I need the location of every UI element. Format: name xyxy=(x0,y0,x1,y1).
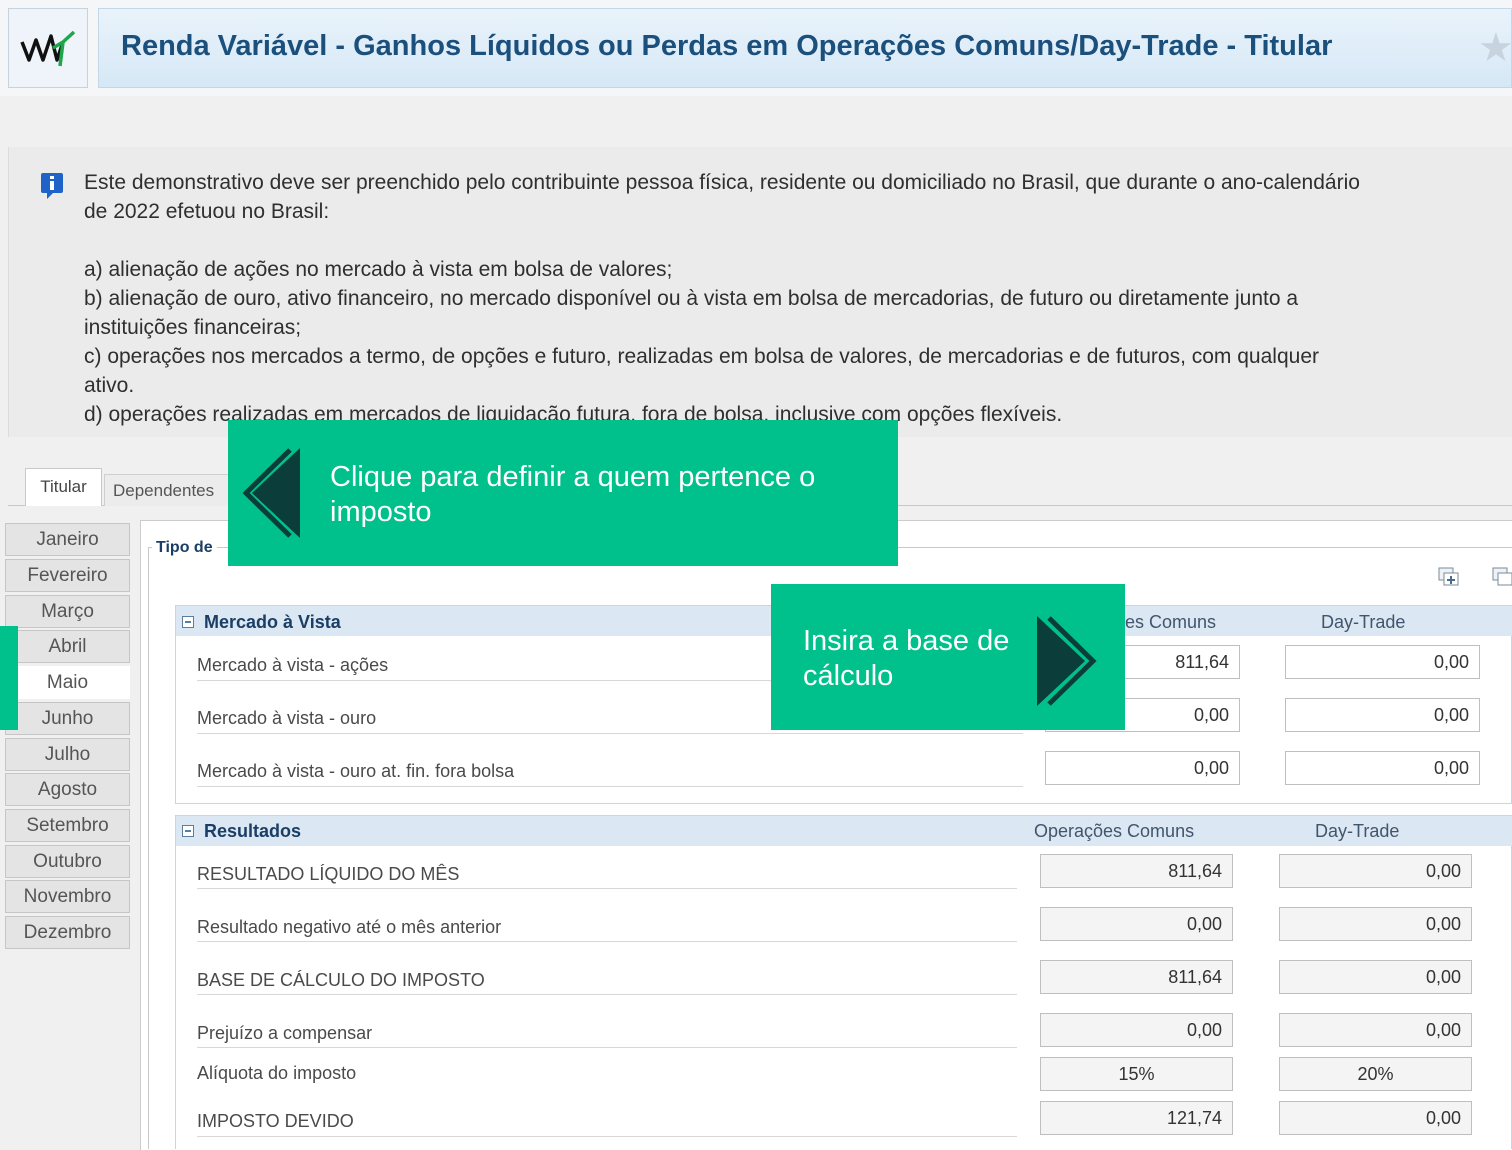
row-label: IMPOSTO DEVIDO xyxy=(197,1111,354,1131)
month-outubro[interactable]: Outubro xyxy=(5,845,130,878)
month-setembro[interactable]: Setembro xyxy=(5,809,130,842)
collapse-icon[interactable] xyxy=(182,825,194,837)
row-divider xyxy=(197,1136,1017,1137)
add-item-icon[interactable] xyxy=(1438,565,1464,589)
month-junho[interactable]: Junho xyxy=(5,702,130,735)
imposto-devido-daytrade-field: 0,00 xyxy=(1279,1101,1472,1135)
info-text-line: a) alienação de ações no mercado à vista… xyxy=(84,258,673,281)
row-divider xyxy=(197,786,1023,787)
row-divider xyxy=(197,994,1017,995)
resultado-negativo-comuns-field: 0,00 xyxy=(1040,907,1233,941)
row-label: Mercado à vista - ouro xyxy=(197,708,377,728)
app-logo xyxy=(8,8,88,88)
row-label: Alíquota do imposto xyxy=(197,1063,357,1083)
prejuizo-daytrade-field: 0,00 xyxy=(1279,1013,1472,1047)
info-text-line: de 2022 efetuou no Brasil: xyxy=(84,200,330,223)
imposto-devido-comuns-field: 121,74 xyxy=(1040,1101,1233,1135)
mercado-ouro-daytrade-input[interactable]: 0,00 xyxy=(1285,698,1480,732)
ir-logo-icon xyxy=(20,30,76,67)
row-label: RESULTADO LÍQUIDO DO MÊS xyxy=(197,864,460,884)
resultado-liquido-daytrade-field: 0,00 xyxy=(1279,854,1472,888)
callout-owner-tooltip: Clique para definir a quem pertence o im… xyxy=(228,420,898,566)
row-label: Resultado negativo até o mês anterior xyxy=(197,917,502,937)
row-label: BASE DE CÁLCULO DO IMPOSTO xyxy=(197,970,485,990)
month-julho[interactable]: Julho xyxy=(5,738,130,771)
tab-dependentes[interactable]: Dependentes xyxy=(104,474,230,506)
month-marco[interactable]: Março xyxy=(5,595,130,628)
mercado-acoes-daytrade-input[interactable]: 0,00 xyxy=(1285,645,1480,679)
mercado-col-comuns: es Comuns xyxy=(1125,612,1217,632)
mercado-col-daytrade: Day-Trade xyxy=(1321,612,1406,632)
aliquota-comuns-field: 15% xyxy=(1040,1057,1233,1091)
selected-month-indicator xyxy=(0,626,18,730)
info-text-line: ativo. xyxy=(84,374,135,397)
month-agosto[interactable]: Agosto xyxy=(5,773,130,806)
callout-base-tooltip: Insira a base de cálculo xyxy=(771,584,1125,730)
resultados-col-daytrade: Day-Trade xyxy=(1315,821,1400,841)
month-fevereiro[interactable]: Fevereiro xyxy=(5,559,130,592)
resultado-liquido-comuns-field: 811,64 xyxy=(1040,854,1233,888)
row-divider xyxy=(197,941,1017,942)
callout-owner-text: Clique para definir a quem pertence o im… xyxy=(330,461,816,528)
aliquota-daytrade-field: 20% xyxy=(1279,1057,1472,1091)
collapse-icon[interactable] xyxy=(182,616,194,628)
info-text-line: c) operações nos mercados a termo, de op… xyxy=(84,345,1319,368)
row-label: Prejuízo a compensar xyxy=(197,1023,373,1043)
info-text-line: instituições financeiras; xyxy=(84,316,302,339)
month-dezembro[interactable]: Dezembro xyxy=(5,916,130,949)
mercado-ouro-fora-bolsa-daytrade-input[interactable]: 0,00 xyxy=(1285,751,1480,785)
month-maio[interactable]: Maio xyxy=(5,666,130,699)
page-title: Renda Variável - Ganhos Líquidos ou Perd… xyxy=(121,30,1333,62)
resultados-title: Resultados xyxy=(204,821,302,841)
row-divider xyxy=(197,733,1023,734)
resultados-col-comuns: Operações Comuns xyxy=(1034,821,1195,841)
mercado-ouro-fora-bolsa-comuns-input[interactable]: 0,00 xyxy=(1045,751,1240,785)
mercado-a-vista-title: Mercado à Vista xyxy=(204,612,341,632)
month-abril[interactable]: Abril xyxy=(5,630,130,663)
callout-base-text: Insira a base de cálculo xyxy=(803,625,1010,692)
resultados-header xyxy=(176,816,1512,846)
group-legend: Tipo de xyxy=(152,539,217,557)
row-divider xyxy=(197,1047,1017,1048)
copy-item-icon[interactable] xyxy=(1492,565,1512,589)
row-label: Mercado à vista - ouro at. fin. fora bol… xyxy=(197,761,515,781)
month-janeiro[interactable]: Janeiro xyxy=(5,523,130,556)
chevron-right-icon xyxy=(1037,616,1097,706)
prejuizo-comuns-field: 0,00 xyxy=(1040,1013,1233,1047)
row-divider xyxy=(197,888,1017,889)
info-text-line: Este demonstrativo deve ser preenchido p… xyxy=(84,171,1360,194)
base-calculo-daytrade-field: 0,00 xyxy=(1279,960,1472,994)
base-calculo-comuns-field: 811,64 xyxy=(1040,960,1233,994)
month-novembro[interactable]: Novembro xyxy=(5,880,130,913)
info-text-line: b) alienação de ouro, ativo financeiro, … xyxy=(84,287,1299,310)
tab-titular[interactable]: Titular xyxy=(25,468,102,506)
info-icon xyxy=(41,173,63,199)
favorite-star-icon[interactable]: ★ xyxy=(1478,28,1512,68)
row-label: Mercado à vista - ações xyxy=(197,655,389,675)
chevron-left-icon xyxy=(242,448,300,538)
resultado-negativo-daytrade-field: 0,00 xyxy=(1279,907,1472,941)
